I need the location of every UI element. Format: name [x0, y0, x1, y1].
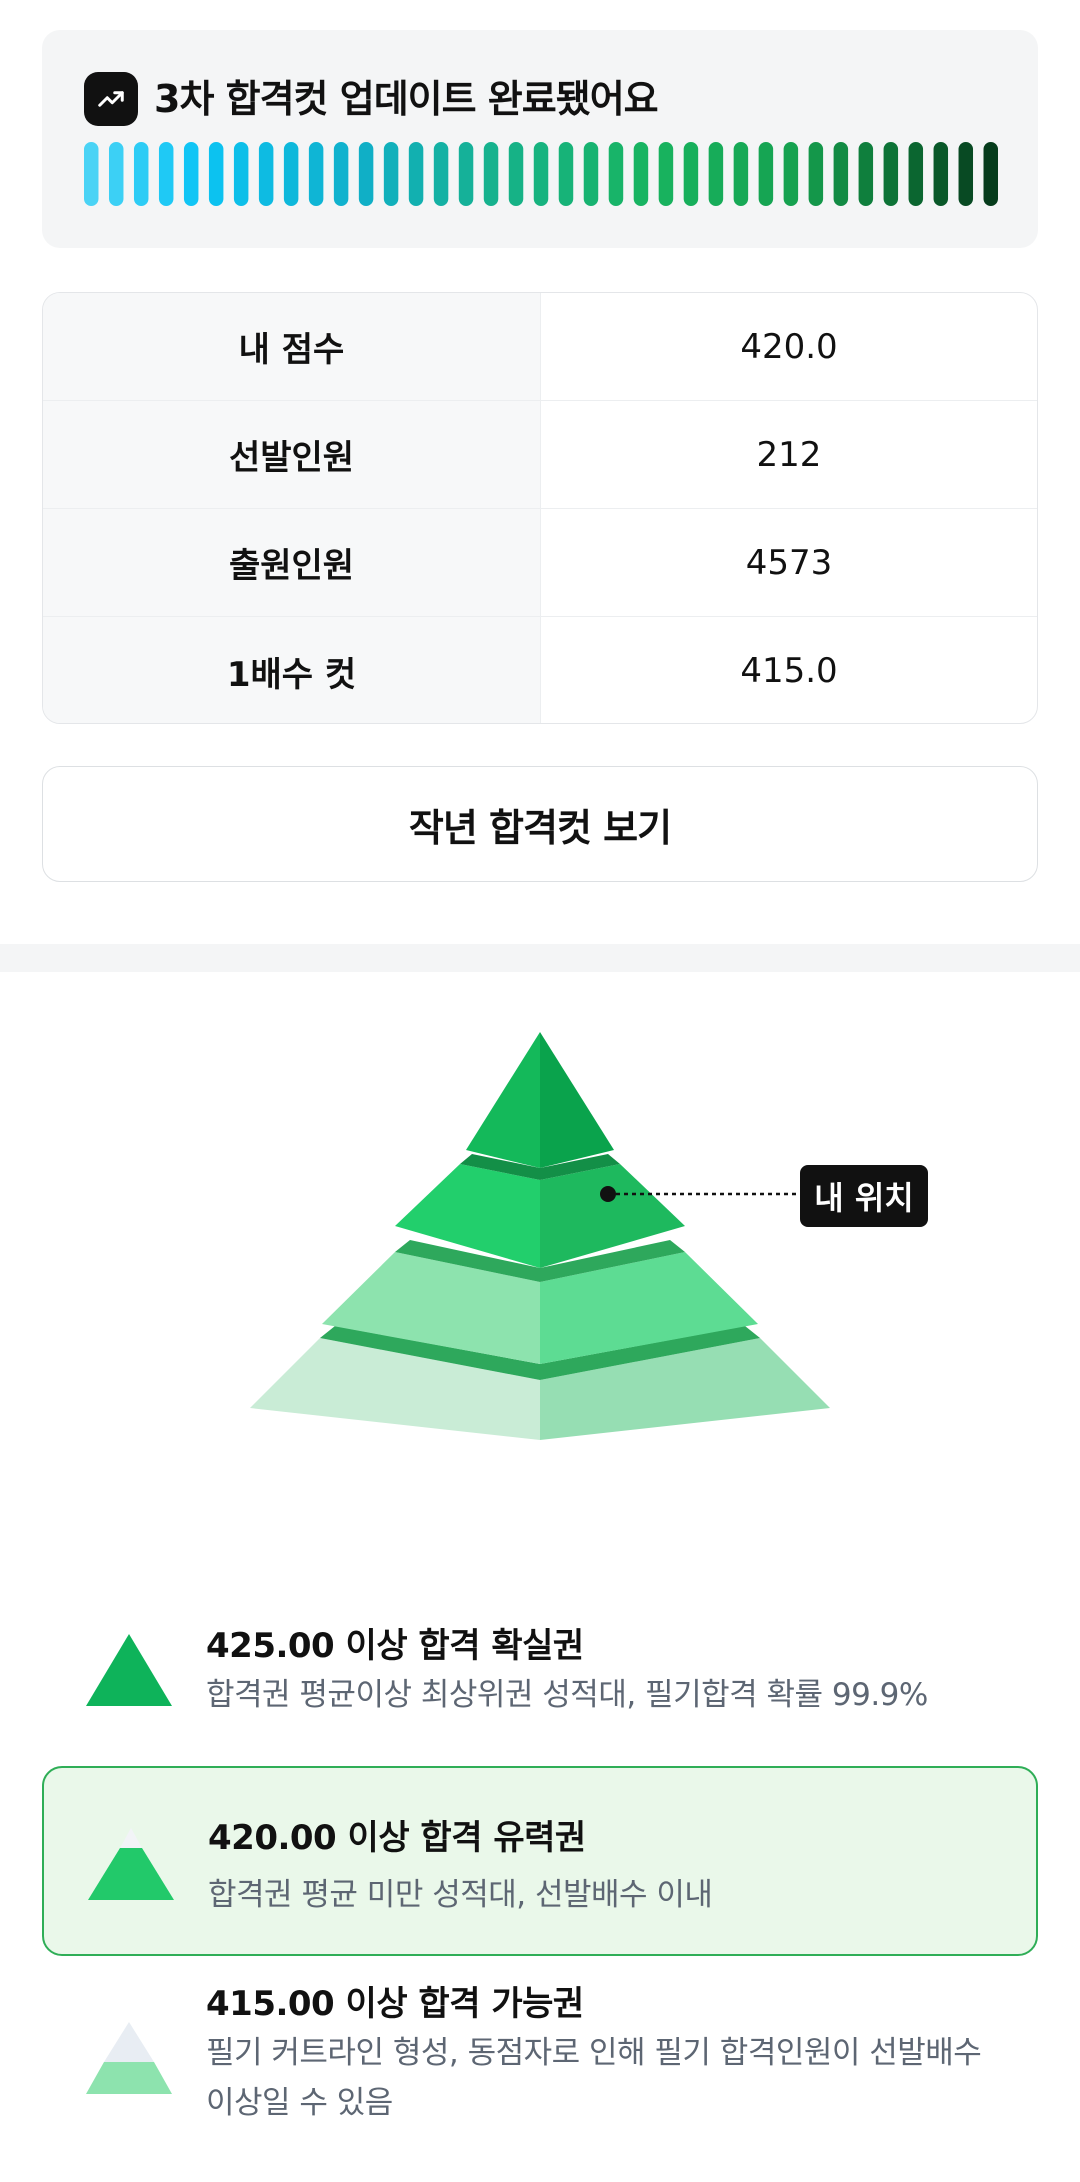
progress-segment	[883, 142, 899, 206]
progress-segment	[208, 142, 224, 206]
progress-segment	[133, 142, 149, 206]
tier-title: 425.00 이상 합격 확실권	[206, 1626, 584, 1666]
tier-1-pyramid-icon	[86, 1634, 172, 1706]
progress-segment	[358, 142, 374, 206]
table-row: 내 점수 420.0	[43, 293, 1037, 401]
row-value-1x-cutoff: 415.0	[740, 651, 838, 691]
rank-pyramid	[250, 1032, 830, 1440]
progress-segment	[283, 142, 299, 206]
progress-segment	[108, 142, 124, 206]
tier-item-possible: 415.00 이상 합격 가능권 필기 커트라인 형성, 동점자로 인해 필기 …	[42, 1976, 1038, 2136]
row-label-1x-cutoff: 1배수 컷	[43, 617, 541, 723]
progress-segment	[158, 142, 174, 206]
progress-segment	[583, 142, 599, 206]
progress-segment	[308, 142, 324, 206]
tier-item-certain: 425.00 이상 합격 확실권 합격권 평균이상 최상위권 성적대, 필기합격…	[42, 1600, 1038, 1720]
trending-up-icon	[84, 72, 138, 126]
tier-2-pyramid-icon	[88, 1828, 174, 1900]
progress-segment	[483, 142, 499, 206]
progress-segment	[608, 142, 624, 206]
progress-segment	[708, 142, 724, 206]
tier-description: 합격권 평균이상 최상위권 성적대, 필기합격 확률 99.9%	[206, 1677, 928, 1713]
progress-segment	[958, 142, 974, 206]
progress-segment	[333, 142, 349, 206]
progress-segment	[658, 142, 674, 206]
progress-segment	[808, 142, 824, 206]
tier-description: 필기 커트라인 형성, 동점자로 인해 필기 합격인원이 선발배수 이상일 수 …	[206, 2035, 982, 2121]
pyramid-tier-1-right	[540, 1032, 614, 1168]
update-progress-bar	[84, 142, 998, 206]
table-row: 출원인원 4573	[43, 509, 1037, 617]
progress-segment	[783, 142, 799, 206]
my-position-label: 내 위치	[800, 1165, 928, 1227]
progress-segment	[683, 142, 699, 206]
progress-segment	[558, 142, 574, 206]
row-value-my-score: 420.0	[740, 326, 838, 367]
progress-segment	[758, 142, 774, 206]
progress-segment	[983, 142, 998, 206]
section-divider	[0, 944, 1080, 972]
progress-segment	[833, 142, 849, 206]
pyramid-tier-1-left	[466, 1032, 540, 1168]
progress-segment	[908, 142, 924, 206]
row-label-quota: 선발인원	[43, 401, 541, 508]
tier-title: 420.00 이상 합격 유력권	[208, 1818, 586, 1858]
progress-segment	[933, 142, 949, 206]
update-title: 3차 합격컷 업데이트 완료됐어요	[154, 77, 659, 121]
score-info-table: 내 점수 420.0 선발인원 212 출원인원 4573 1배수 컷 415.…	[42, 292, 1038, 724]
view-last-year-cutoff-button[interactable]: 작년 합격컷 보기	[42, 766, 1038, 882]
progress-segment	[508, 142, 524, 206]
cutoff-update-card: 3차 합격컷 업데이트 완료됐어요	[42, 30, 1038, 248]
row-value-quota: 212	[756, 434, 822, 475]
progress-segment	[458, 142, 474, 206]
progress-segment	[258, 142, 274, 206]
table-row: 1배수 컷 415.0	[43, 617, 1037, 723]
row-value-applicants: 4573	[745, 542, 833, 583]
progress-segment	[233, 142, 249, 206]
progress-segment	[383, 142, 399, 206]
progress-segment	[733, 142, 749, 206]
tier-title: 415.00 이상 합격 가능권	[206, 1984, 584, 2024]
progress-segment	[433, 142, 449, 206]
progress-segment	[858, 142, 874, 206]
progress-segment	[633, 142, 649, 206]
row-label-my-score: 내 점수	[43, 293, 541, 400]
row-label-applicants: 출원인원	[43, 509, 541, 616]
tier-3-pyramid-icon	[86, 2022, 172, 2094]
progress-segment	[533, 142, 549, 206]
table-row: 선발인원 212	[43, 401, 1037, 509]
tier-description: 합격권 평균 미만 성적대, 선발배수 이내	[208, 1877, 713, 1913]
progress-segment	[408, 142, 424, 206]
tier-item-likely: 420.00 이상 합격 유력권 합격권 평균 미만 성적대, 선발배수 이내	[42, 1766, 1038, 1956]
progress-segment	[183, 142, 199, 206]
progress-segment	[84, 142, 99, 206]
